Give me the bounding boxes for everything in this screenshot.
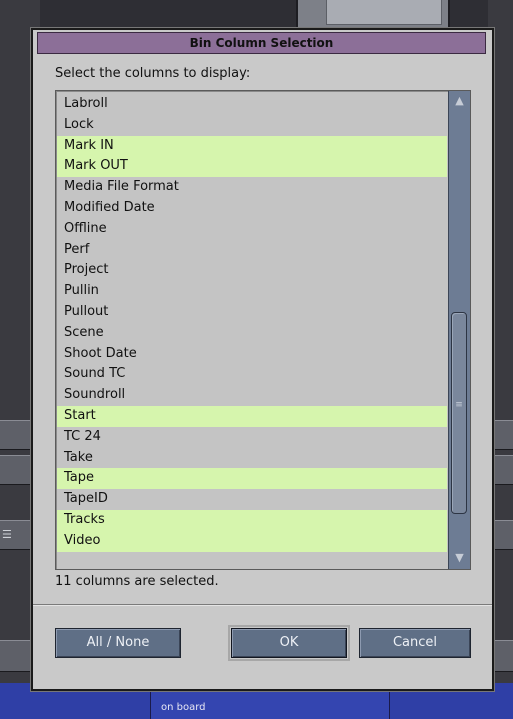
scroll-thumb-grip-icon: ≡ <box>455 400 463 410</box>
background-video-monitor <box>326 0 442 25</box>
column-list-item[interactable]: Modified Date <box>57 198 447 219</box>
column-list-item[interactable]: Perf <box>57 240 447 261</box>
bin-column-selection-dialog: Bin Column Selection Select the columns … <box>31 28 494 691</box>
column-list-item[interactable]: Soundroll <box>57 385 447 406</box>
scroll-up-arrow-icon[interactable]: ▲ <box>450 92 469 110</box>
column-list-item[interactable]: Labroll <box>57 94 447 115</box>
background-bin-cell-text: on board <box>161 702 206 713</box>
scroll-down-arrow-icon[interactable]: ▼ <box>450 549 469 567</box>
scroll-track[interactable]: ≡ <box>451 111 468 549</box>
column-list-items: Labroll Lock Mark IN Mark OUT Media File For… <box>57 94 447 552</box>
column-list-item[interactable]: Tracks <box>57 509 447 531</box>
vertical-scrollbar[interactable]: ▲ ≡ ▼ <box>448 91 470 569</box>
column-list-item[interactable]: Pullout <box>57 302 447 323</box>
column-list-item[interactable]: Start <box>57 405 447 427</box>
column-list-item[interactable]: Project <box>57 260 447 281</box>
column-list-item[interactable]: TC 24 <box>57 427 447 448</box>
column-list-item[interactable]: Lock <box>57 115 447 136</box>
column-list-item[interactable]: Shoot Date <box>57 344 447 365</box>
column-list-item[interactable]: Tape <box>57 468 447 490</box>
column-list-item[interactable]: Video <box>57 530 447 552</box>
cancel-button[interactable]: Cancel <box>359 628 471 658</box>
dialog-title-bar[interactable]: Bin Column Selection <box>37 32 486 54</box>
column-list-item[interactable]: Offline <box>57 219 447 240</box>
scroll-thumb[interactable]: ≡ <box>451 312 467 514</box>
column-list[interactable]: Labroll Lock Mark IN Mark OUT Media File For… <box>55 90 471 570</box>
column-list-item[interactable]: Media File Format <box>57 177 447 198</box>
column-list-item[interactable]: Scene <box>57 323 447 344</box>
selection-count-status: 11 columns are selected. <box>55 574 219 589</box>
column-list-item[interactable]: Mark IN <box>57 135 447 157</box>
ok-button[interactable]: OK <box>228 625 350 661</box>
dialog-prompt: Select the columns to display: <box>55 66 251 81</box>
background-grip-icon: ☰ <box>2 528 12 541</box>
column-list-item[interactable]: Sound TC <box>57 364 447 385</box>
column-list-item[interactable]: TapeID <box>57 489 447 510</box>
dialog-divider <box>33 604 492 606</box>
all-none-button[interactable]: All / None <box>55 628 181 658</box>
column-list-item[interactable]: Pullin <box>57 281 447 302</box>
column-list-item[interactable]: Take <box>57 448 447 469</box>
column-list-item[interactable]: Mark OUT <box>57 156 447 178</box>
